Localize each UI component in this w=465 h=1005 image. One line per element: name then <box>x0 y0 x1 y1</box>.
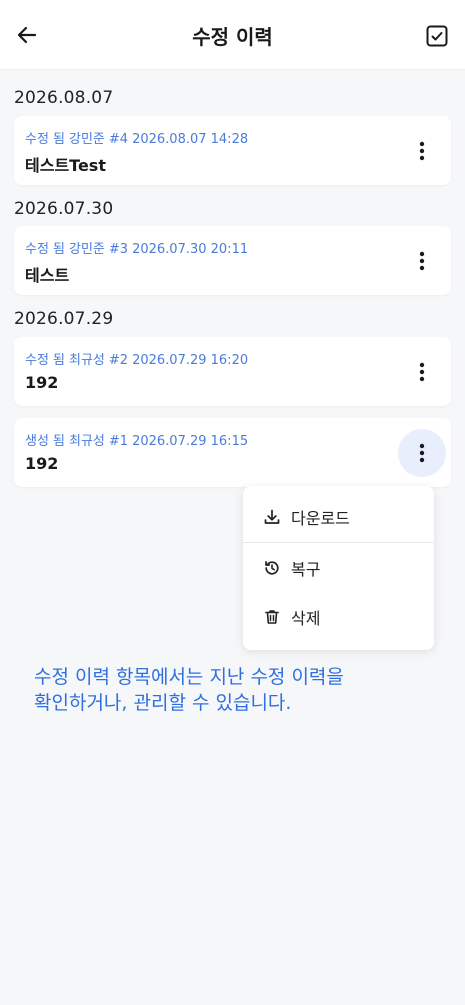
history-rev: #3 <box>108 242 129 257</box>
history-action: 수정 됨 <box>25 132 66 147</box>
history-user: 최규성 <box>69 353 105 368</box>
menu-item-label: 다운로드 <box>291 509 350 528</box>
history-timestamp: 2026.07.30 20:11 <box>132 242 249 257</box>
history-name: 192 <box>25 373 59 392</box>
history-meta: 생성 됨 최규성 #1 2026.07.29 16:15 <box>25 430 252 449</box>
more-options-menu: 다운로드 복구 삭제 <box>243 486 434 650</box>
history-card[interactable]: 수정 됨 강민준 #3 2026.07.30 20:11 테스트 <box>14 226 451 295</box>
date-group-header: 2026.08.07 <box>14 88 114 108</box>
trash-icon <box>263 608 281 626</box>
history-timestamp: 2026.07.29 16:20 <box>132 353 249 368</box>
date-group-header: 2026.07.29 <box>14 309 114 329</box>
menu-item-label: 복구 <box>291 560 321 579</box>
history-action: 생성 됨 <box>25 434 66 449</box>
history-name: 192 <box>25 454 59 473</box>
history-meta: 수정 됨 강민준 #3 2026.07.30 20:11 <box>25 238 252 257</box>
menu-item-delete[interactable]: 삭제 <box>243 592 434 642</box>
history-rev: #2 <box>108 353 129 368</box>
history-timestamp: 2026.08.07 14:28 <box>132 132 249 147</box>
history-timestamp: 2026.07.29 16:15 <box>132 434 249 449</box>
caption-line: 확인하거나, 관리할 수 있습니다. <box>34 692 292 714</box>
history-user: 강민준 <box>69 132 105 147</box>
menu-item-label: 삭제 <box>291 609 321 628</box>
more-options-button[interactable] <box>398 127 446 175</box>
restore-icon <box>263 559 281 577</box>
history-card[interactable]: 수정 됨 강민준 #4 2026.08.07 14:28 테스트Test <box>14 116 451 185</box>
more-options-button[interactable] <box>398 237 446 285</box>
history-card[interactable]: 생성 됨 최규성 #1 2026.07.29 16:15 192 <box>14 418 451 487</box>
history-rev: #4 <box>108 132 129 147</box>
history-meta: 수정 됨 강민준 #4 2026.08.07 14:28 <box>25 128 252 147</box>
app-root: 수정 이력 2026.08.07 수정 됨 강민준 #4 2026.08.07 14:… <box>0 0 465 1005</box>
menu-item-restore[interactable]: 복구 <box>243 543 434 593</box>
more-vertical-icon <box>419 141 425 161</box>
history-action: 수정 됨 <box>25 242 66 257</box>
caption-line: 수정 이력 항목에서는 지난 수정 이력을 <box>34 666 344 688</box>
page-title: 수정 이력 <box>192 24 273 49</box>
more-options-button[interactable] <box>398 348 446 396</box>
guide-caption: 수정 이력 항목에서는 지난 수정 이력을 확인하거나, 관리할 수 있습니다. <box>34 664 434 716</box>
download-icon <box>263 508 281 526</box>
history-name: 테스트 <box>25 266 70 285</box>
date-group-header: 2026.07.30 <box>14 199 114 219</box>
top-app-bar: 수정 이력 <box>0 0 465 70</box>
history-action: 수정 됨 <box>25 353 66 368</box>
select-mode-button[interactable] <box>423 22 451 50</box>
more-vertical-icon <box>419 251 425 271</box>
history-rev: #1 <box>108 434 129 449</box>
history-user: 최규성 <box>69 434 105 449</box>
more-options-button[interactable] <box>398 429 446 477</box>
more-vertical-icon <box>419 362 425 382</box>
history-card[interactable]: 수정 됨 최규성 #2 2026.07.29 16:20 192 <box>14 337 451 406</box>
history-user: 강민준 <box>69 242 105 257</box>
menu-item-download[interactable]: 다운로드 <box>243 492 434 542</box>
checkbox-checked-icon <box>426 25 448 47</box>
more-vertical-icon <box>419 443 425 463</box>
history-meta: 수정 됨 최규성 #2 2026.07.29 16:20 <box>25 349 252 368</box>
history-name: 테스트Test <box>25 156 106 175</box>
